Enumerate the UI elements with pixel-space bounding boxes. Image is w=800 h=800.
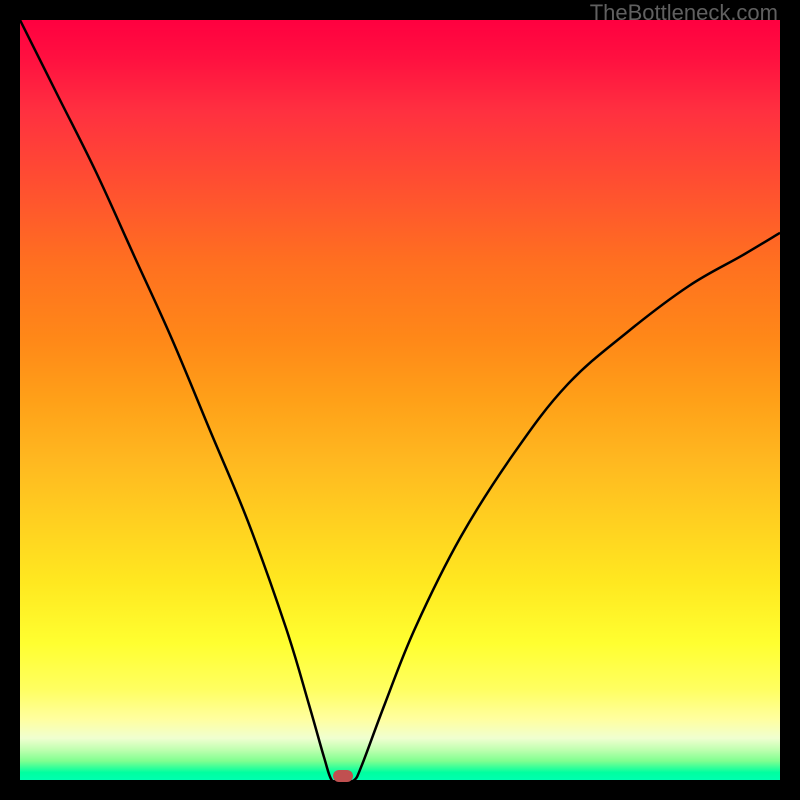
chart-container: TheBottleneck.com (0, 0, 800, 800)
optimal-point-marker (333, 770, 353, 782)
bottleneck-curve (20, 20, 780, 780)
plot-area (20, 20, 780, 780)
watermark-text: TheBottleneck.com (590, 0, 778, 26)
